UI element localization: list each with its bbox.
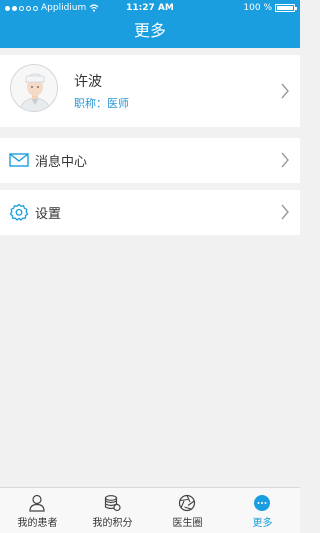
- menu-item-label: 设置: [35, 207, 62, 222]
- coins-icon: [104, 495, 121, 512]
- menu-item-label: 消息中心: [35, 155, 88, 170]
- tab-label: 我的积分: [92, 518, 133, 529]
- tab-doctor-circle[interactable]: 医生圈: [150, 488, 225, 533]
- navigation-bar: Applidium 11:27 AM 100 % 更多: [0, 0, 300, 48]
- person-icon: [29, 494, 45, 512]
- status-bar: Applidium 11:27 AM 100 %: [0, 0, 300, 16]
- menu-item-settings[interactable]: 设置: [0, 190, 300, 235]
- doctor-job-title: 职称：医师: [74, 97, 129, 110]
- tab-label: 我的患者: [17, 518, 58, 529]
- chevron-right-icon: [281, 152, 289, 168]
- tab-label: 医生圈: [172, 518, 203, 529]
- gear-icon: [9, 203, 29, 221]
- aperture-icon: [178, 494, 196, 512]
- chevron-right-icon: [281, 204, 289, 220]
- more-icon: [254, 495, 270, 511]
- menu-item-messages[interactable]: 消息中心: [0, 138, 300, 183]
- doctor-avatar-icon: [19, 73, 51, 111]
- avatar: [10, 64, 58, 112]
- tab-my-patients[interactable]: 我的患者: [0, 488, 75, 533]
- envelope-icon: [9, 153, 29, 167]
- battery-percent: 100 %: [243, 3, 272, 13]
- battery-icon: [275, 4, 297, 12]
- tab-more[interactable]: 更多: [225, 488, 300, 533]
- doctor-name: 许波: [74, 74, 102, 90]
- tab-label: 更多: [252, 518, 273, 529]
- chevron-right-icon: [281, 83, 289, 99]
- page-title: 更多: [133, 21, 166, 40]
- tab-bar: 我的患者 我的积分 医生圈 更多: [0, 487, 300, 533]
- tab-my-points[interactable]: 我的积分: [75, 488, 150, 533]
- profile-card[interactable]: 许波 职称：医师: [0, 55, 300, 127]
